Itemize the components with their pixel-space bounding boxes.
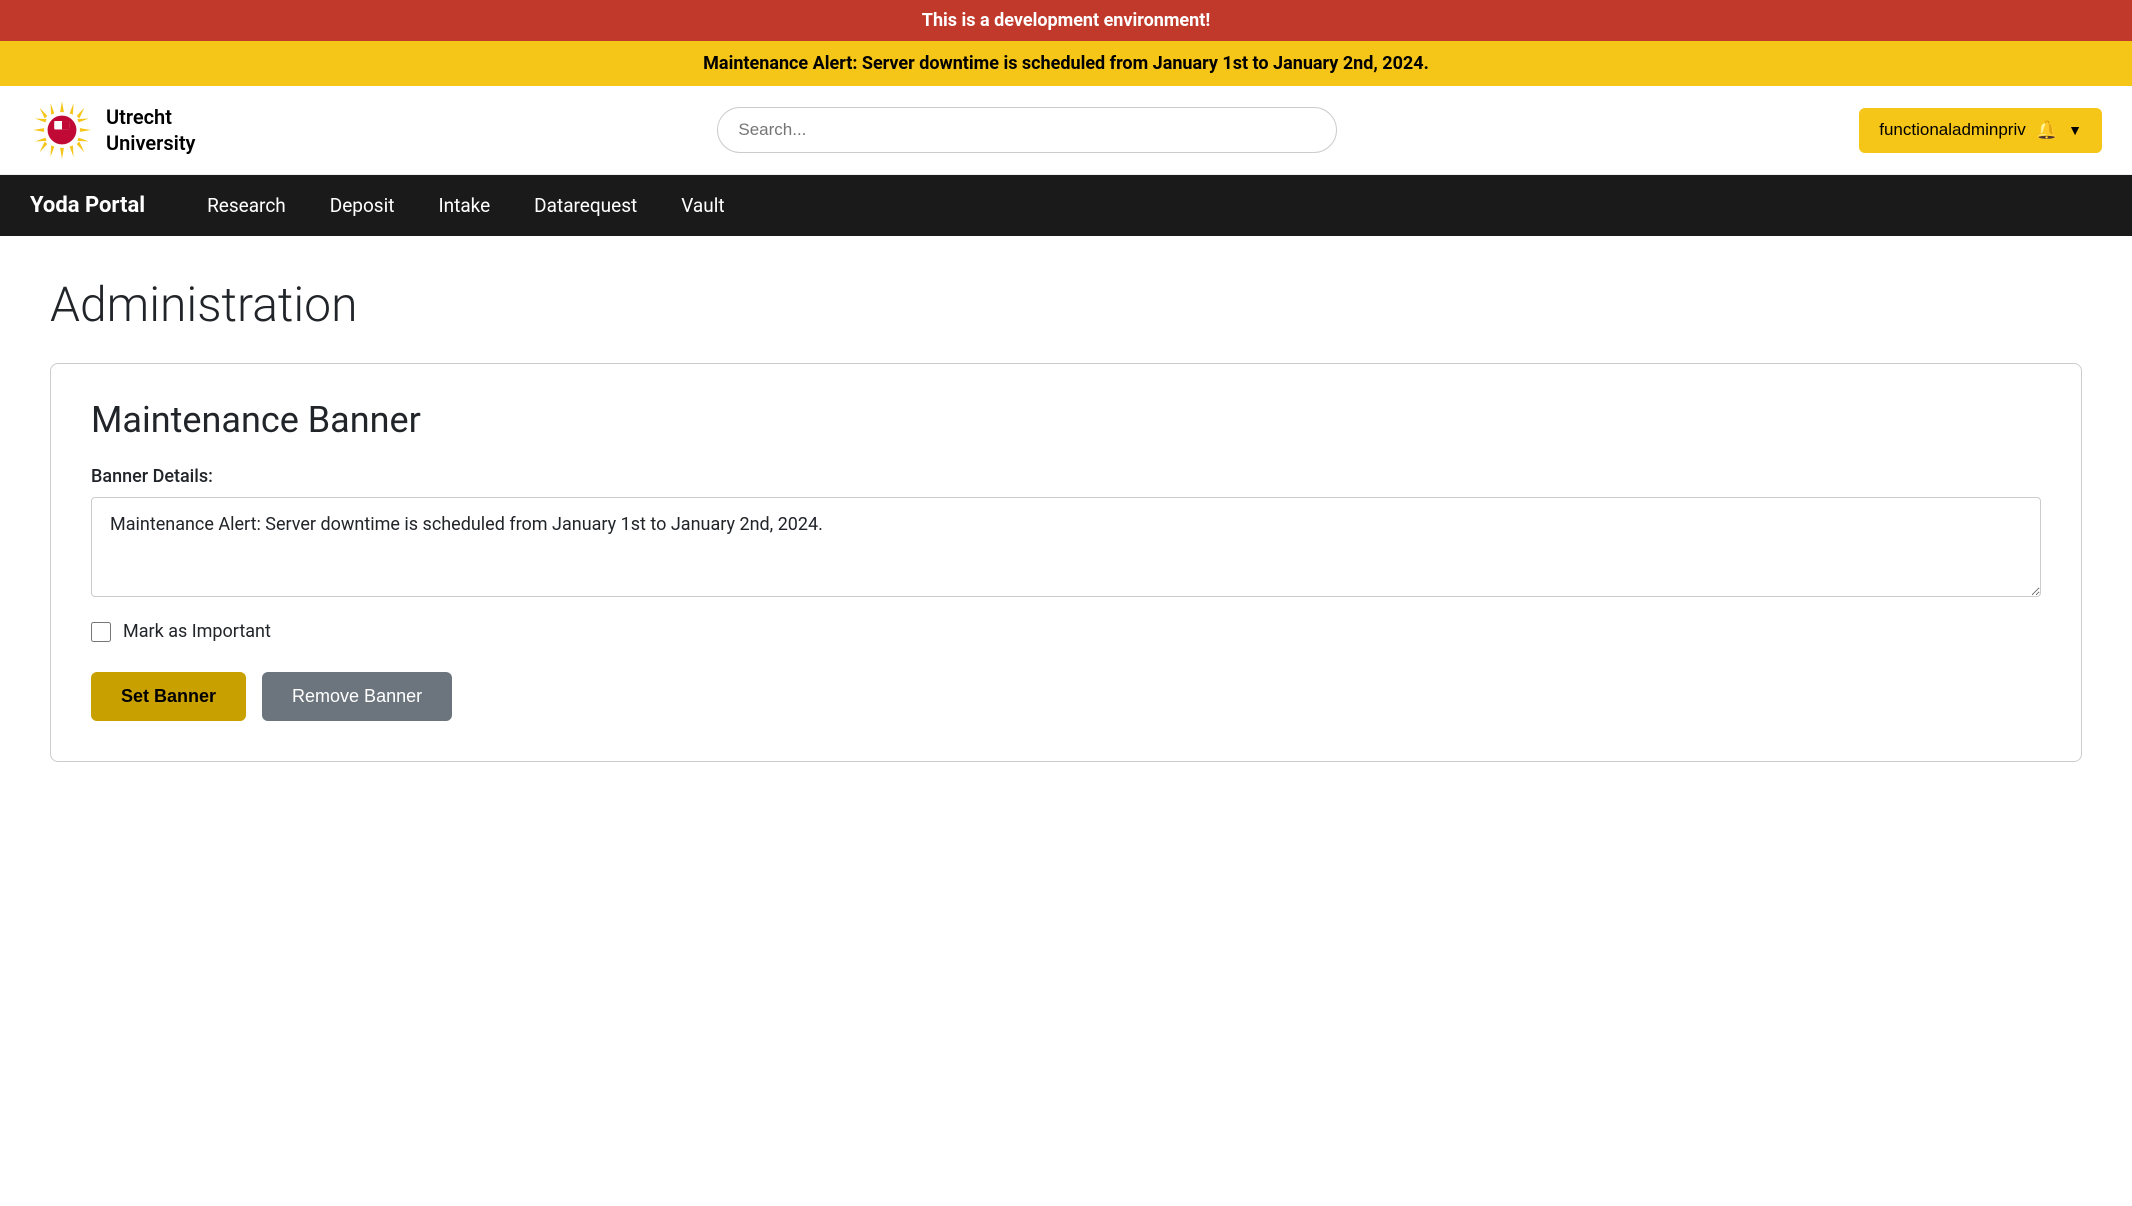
- banner-details-label: Banner Details:: [91, 466, 2041, 487]
- maintenance-alert-bar: Maintenance Alert: Server downtime is sc…: [0, 41, 2132, 86]
- dev-environment-banner: This is a development environment!: [0, 0, 2132, 41]
- nav-bar: Yoda Portal Research Deposit Intake Data…: [0, 175, 2132, 236]
- page-title: Administration: [50, 276, 2082, 333]
- maintenance-banner-card: Maintenance Banner Banner Details: Maint…: [50, 363, 2082, 762]
- card-title: Maintenance Banner: [91, 399, 2041, 441]
- mark-important-label[interactable]: Mark as Important: [123, 621, 271, 642]
- logo-area[interactable]: Utrecht University: [30, 98, 195, 162]
- username-label: functionaladminpriv: [1879, 120, 2025, 140]
- top-header: Utrecht University functionaladminpriv 🔔…: [0, 86, 2132, 175]
- uu-logo-icon: [30, 98, 94, 162]
- bell-icon: 🔔: [2036, 120, 2058, 141]
- user-menu-button[interactable]: functionaladminpriv 🔔 ▼: [1859, 108, 2102, 153]
- mark-important-checkbox[interactable]: [91, 622, 111, 642]
- search-area: [195, 107, 1859, 153]
- maintenance-bar-text: Maintenance Alert: Server downtime is sc…: [703, 53, 1429, 74]
- chevron-down-icon: ▼: [2068, 122, 2082, 138]
- nav-deposit[interactable]: Deposit: [308, 176, 417, 235]
- user-area: functionaladminpriv 🔔 ▼: [1859, 108, 2102, 153]
- banner-details-textarea[interactable]: Maintenance Alert: Server downtime is sc…: [91, 497, 2041, 597]
- search-input[interactable]: [717, 107, 1337, 153]
- main-content: Administration Maintenance Banner Banner…: [0, 236, 2132, 802]
- nav-brand: Yoda Portal: [30, 175, 175, 236]
- nav-datarequest[interactable]: Datarequest: [512, 176, 659, 235]
- mark-important-row: Mark as Important: [91, 621, 2041, 642]
- set-banner-button[interactable]: Set Banner: [91, 672, 246, 721]
- nav-intake[interactable]: Intake: [416, 176, 512, 235]
- remove-banner-button[interactable]: Remove Banner: [262, 672, 452, 721]
- nav-research[interactable]: Research: [185, 176, 308, 235]
- logo-text: Utrecht University: [106, 104, 195, 156]
- nav-vault[interactable]: Vault: [659, 176, 746, 235]
- dev-banner-text: This is a development environment!: [922, 10, 1210, 31]
- form-buttons: Set Banner Remove Banner: [91, 672, 2041, 721]
